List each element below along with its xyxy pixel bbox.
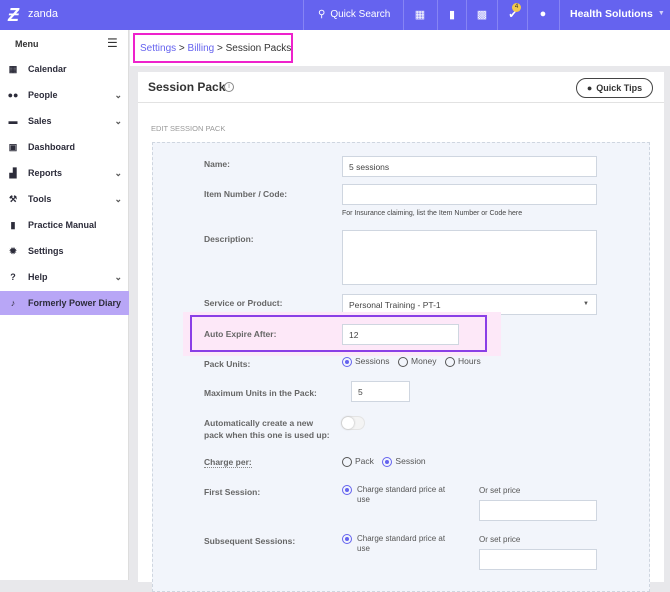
max-units-input[interactable]: 5 <box>351 381 410 402</box>
people-icon: ●● <box>7 90 19 100</box>
subsequent-set-price-label: Or set price <box>479 535 520 544</box>
sidebar-item-people[interactable]: ●● People ⌄ <box>0 83 129 107</box>
sidebar-item-reports[interactable]: ▟ Reports ⌄ <box>0 161 129 185</box>
card-header: Session Pack i ●Quick Tips <box>138 72 664 103</box>
sidebar-item-label: Sales <box>28 116 52 126</box>
sales-icon: ▬ <box>7 116 19 126</box>
radio-icon <box>398 357 408 367</box>
pack-units-radio-group: Sessions Money Hours <box>342 356 487 367</box>
caret-down-icon: ▼ <box>658 10 665 20</box>
section-title: EDIT SESSION PACK <box>151 124 225 133</box>
dashboard-icon: ▣ <box>7 142 19 153</box>
sidebar-item-label: Formerly Power Diary <box>28 298 121 308</box>
description-textarea[interactable] <box>342 230 597 285</box>
sidebar: Menu ☰ ▦ Calendar ●● People ⌄ ▬ Sales ⌄ ▣ Dashboa… <box>0 30 129 580</box>
sidebar-item-label: Settings <box>28 246 64 256</box>
pack-units-hours[interactable]: Hours <box>445 356 487 366</box>
chevron-down-icon: ⌄ <box>114 168 122 179</box>
pack-units-money[interactable]: Money <box>398 356 443 366</box>
radio-icon <box>342 457 352 467</box>
breadcrumb: Settings > Billing > Session Packs <box>133 33 293 63</box>
name-input[interactable]: 5 sessions <box>342 156 597 177</box>
caret-down-icon: ▼ <box>583 301 589 307</box>
charge-per-radio-group: Pack Session <box>342 456 432 467</box>
chevron-down-icon: ⌄ <box>114 90 122 101</box>
chat-icon[interactable]: ● <box>536 8 550 22</box>
breadcrumb-billing[interactable]: Billing <box>188 43 215 54</box>
charge-per-label: Charge per: <box>204 457 252 468</box>
quick-search-button[interactable]: ⚲Quick Search <box>318 9 390 20</box>
document-icon: ▮ <box>7 220 19 231</box>
dashboard-chart-icon[interactable]: ▦ <box>413 8 427 22</box>
menu-label: Menu <box>15 39 39 49</box>
first-session-price-input[interactable] <box>479 500 597 521</box>
help-icon: ? <box>7 272 19 282</box>
page-title: Session Pack <box>148 80 225 94</box>
item-number-input[interactable] <box>342 184 597 205</box>
calendar-icon[interactable]: ▩ <box>475 8 489 22</box>
chevron-down-icon: ⌄ <box>114 194 122 205</box>
sidebar-item-tools[interactable]: ⚒ Tools ⌄ <box>0 187 129 211</box>
max-units-label: Maximum Units in the Pack: <box>204 388 317 398</box>
sidebar-item-formerly-power-diary[interactable]: ♪ Formerly Power Diary <box>0 291 129 315</box>
brand-name: zanda <box>28 8 58 20</box>
pack-units-label: Pack Units: <box>204 359 250 369</box>
lightbulb-icon: ● <box>587 83 592 93</box>
name-label: Name: <box>204 159 230 169</box>
radio-icon <box>445 357 455 367</box>
power-diary-icon: ♪ <box>7 298 19 308</box>
item-number-label: Item Number / Code: <box>204 189 287 199</box>
sidebar-item-label: Tools <box>28 194 51 204</box>
sidebar-item-label: Practice Manual <box>28 220 97 230</box>
sidebar-item-sales[interactable]: ▬ Sales ⌄ <box>0 109 129 133</box>
quick-tips-button[interactable]: ●Quick Tips <box>576 78 653 98</box>
auto-expire-label: Auto Expire After: <box>204 329 276 339</box>
sidebar-item-label: Reports <box>28 168 62 178</box>
first-session-set-price-label: Or set price <box>479 486 520 495</box>
sidebar-item-label: People <box>28 90 58 100</box>
sidebar-item-label: Help <box>28 272 48 282</box>
radio-icon <box>382 457 392 467</box>
radio-icon <box>342 534 352 544</box>
charge-per-pack[interactable]: Pack <box>342 456 380 466</box>
gear-icon: ✹ <box>7 246 19 257</box>
top-bar: Ƶ zanda ⚲Quick Search ▦ ▮ ▩ ✔ 4 ● Health… <box>0 0 670 30</box>
chevron-down-icon: ⌄ <box>114 116 122 127</box>
hamburger-icon[interactable]: ☰ <box>107 36 118 50</box>
breadcrumb-settings[interactable]: Settings <box>140 43 176 54</box>
sidebar-item-help[interactable]: ? Help ⌄ <box>0 265 129 289</box>
auto-create-toggle[interactable] <box>341 416 365 430</box>
clipboard-icon[interactable]: ▮ <box>445 8 459 22</box>
notification-badge: 4 <box>512 3 521 12</box>
pack-units-sessions[interactable]: Sessions <box>342 356 396 366</box>
sidebar-item-label: Dashboard <box>28 142 75 152</box>
chevron-down-icon: ⌄ <box>114 272 122 283</box>
first-session-standard-price[interactable]: Charge standard price atuse <box>342 485 445 505</box>
wrench-icon: ⚒ <box>7 194 19 205</box>
breadcrumb-current: Session Packs <box>226 43 292 54</box>
radio-icon <box>342 485 352 495</box>
info-icon[interactable]: i <box>224 82 234 92</box>
calendar-icon: ▦ <box>7 64 19 75</box>
reports-icon: ▟ <box>7 168 19 179</box>
service-label: Service or Product: <box>204 298 282 308</box>
first-session-label: First Session: <box>204 487 260 497</box>
search-icon: ⚲ <box>318 9 325 20</box>
item-number-help: For Insurance claiming, list the Item Nu… <box>342 210 522 217</box>
sidebar-item-label: Calendar <box>28 64 67 74</box>
zanda-logo-icon[interactable]: Ƶ <box>8 5 19 26</box>
auto-expire-input[interactable]: 12 <box>342 324 459 345</box>
sidebar-item-calendar[interactable]: ▦ Calendar <box>0 57 129 81</box>
sidebar-item-settings[interactable]: ✹ Settings <box>0 239 129 263</box>
charge-per-session[interactable]: Session <box>382 456 431 466</box>
subsequent-standard-price[interactable]: Charge standard price atuse <box>342 534 445 554</box>
description-label: Description: <box>204 234 254 244</box>
sidebar-item-dashboard[interactable]: ▣ Dashboard <box>0 135 129 159</box>
account-menu[interactable]: Health Solutions▼ <box>570 8 665 20</box>
sidebar-item-practice-manual[interactable]: ▮ Practice Manual <box>0 213 129 237</box>
subsequent-sessions-label: Subsequent Sessions: <box>204 536 295 546</box>
radio-icon <box>342 357 352 367</box>
auto-create-label: Automatically create a new pack when thi… <box>204 417 330 441</box>
subsequent-price-input[interactable] <box>479 549 597 570</box>
